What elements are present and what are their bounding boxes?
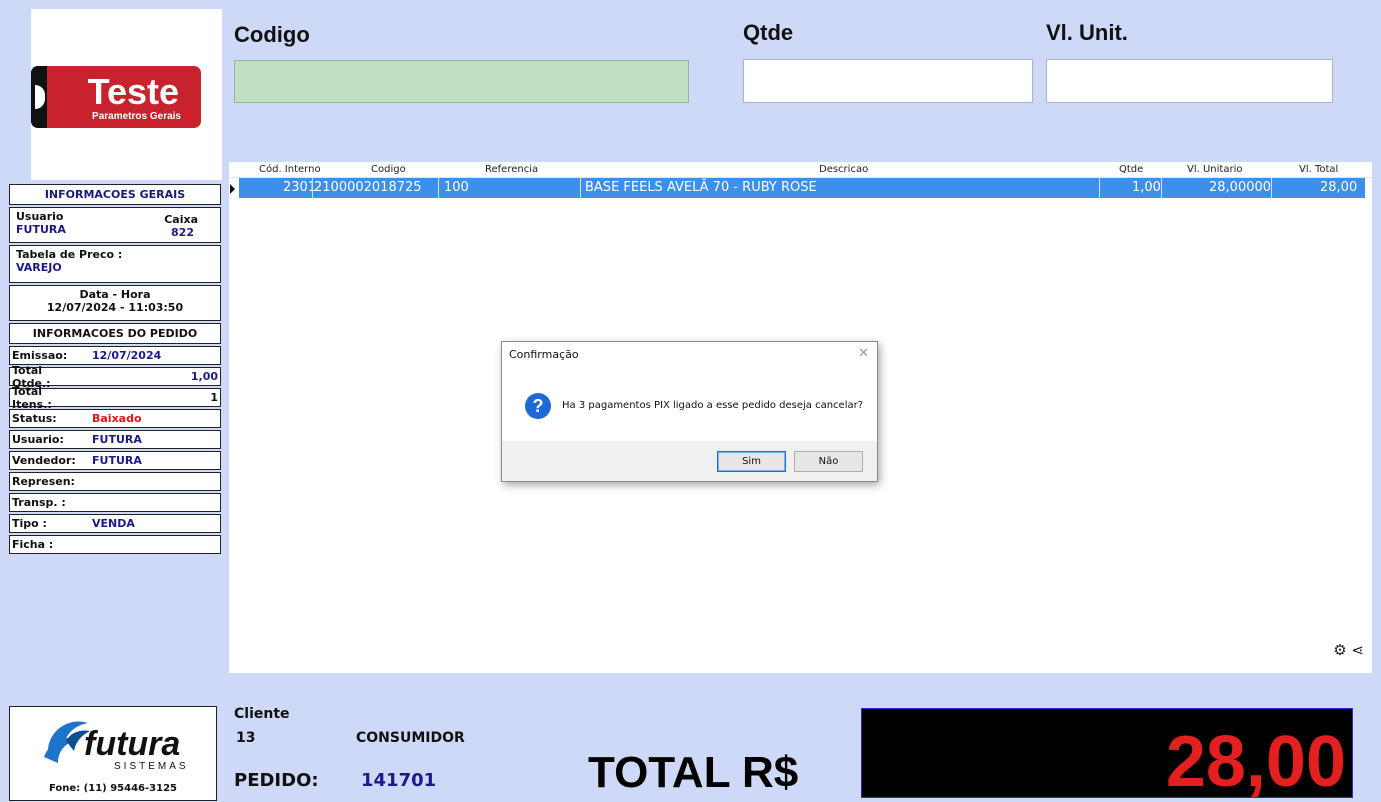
total-label: TOTAL R$ bbox=[588, 748, 799, 797]
question-icon: ? bbox=[525, 393, 551, 419]
transp-row: Transp. : bbox=[9, 493, 221, 512]
grid-header: Cód. Interno Codigo Referencia Descricao… bbox=[229, 162, 1372, 178]
ficha-row: Ficha : bbox=[9, 535, 221, 554]
status-badge: Baixado bbox=[92, 412, 142, 425]
pedido-number: 141701 bbox=[361, 770, 437, 791]
col-qtde[interactable]: Qtde bbox=[1119, 164, 1143, 175]
confirm-dialog: Confirmação ✕ ? Ha 3 pagamentos PIX liga… bbox=[501, 341, 878, 482]
dialog-footer: Sim Não bbox=[502, 441, 877, 481]
close-icon[interactable]: ✕ bbox=[858, 346, 869, 361]
total-display: 28,00 bbox=[861, 708, 1353, 802]
table-row[interactable]: 2301 2100002018725 100 BASE FEELS AVELÃ … bbox=[239, 178, 1365, 198]
gear-icon[interactable]: ⚙ bbox=[1333, 641, 1346, 659]
qtde-input[interactable] bbox=[743, 59, 1033, 103]
codigo-label: Codigo bbox=[234, 22, 310, 47]
col-codigo[interactable]: Codigo bbox=[371, 164, 406, 175]
logo-subtitle: Parametros Gerais bbox=[92, 111, 181, 122]
qtde-label: Qtde bbox=[743, 20, 794, 45]
usuario-caixa-box: Usuario FUTURA Caixa 822 bbox=[9, 207, 221, 243]
yes-button[interactable]: Sim bbox=[717, 451, 786, 472]
cliente-code: 13 bbox=[236, 730, 256, 746]
col-descricao[interactable]: Descricao bbox=[819, 164, 868, 175]
info-pedido-title: INFORMACOES DO PEDIDO bbox=[9, 323, 221, 344]
total-value: 28,00 bbox=[1165, 722, 1346, 802]
share-icon[interactable]: ⋖ bbox=[1351, 641, 1364, 659]
info-gerais-title: INFORMACOES GERAIS bbox=[9, 184, 221, 205]
tipo-row: Tipo : VENDA bbox=[9, 514, 221, 533]
caixa-value: 822 bbox=[171, 226, 194, 239]
represen-row: Represen: bbox=[9, 472, 221, 491]
company-logo: Teste Parametros Gerais bbox=[31, 9, 222, 180]
ticket-logo: Teste Parametros Gerais bbox=[31, 66, 201, 128]
svg-text:futura: futura bbox=[84, 725, 180, 763]
col-referencia[interactable]: Referencia bbox=[485, 164, 538, 175]
col-cod-interno[interactable]: Cód. Interno bbox=[259, 164, 321, 175]
futura-logo-box: futura SISTEMAS Fone: (11) 95446-3125 bbox=[9, 706, 217, 801]
vendedor-row: Vendedor: FUTURA bbox=[9, 451, 221, 470]
dialog-message: Ha 3 pagamentos PIX ligado a esse pedido… bbox=[562, 400, 864, 411]
vl-unit-input[interactable] bbox=[1046, 59, 1333, 103]
pedido-label: PEDIDO: bbox=[234, 770, 319, 791]
no-button[interactable]: Não bbox=[794, 451, 863, 472]
vl-unit-label: Vl. Unit. bbox=[1046, 20, 1128, 45]
phone-text: Fone: (11) 95446-3125 bbox=[49, 783, 177, 794]
tabela-preco-value: VAREJO bbox=[16, 261, 62, 274]
tabela-preco-box: Tabela de Preco : VAREJO bbox=[9, 245, 221, 283]
info-panel: INFORMACOES GERAIS Usuario FUTURA Caixa … bbox=[9, 184, 221, 556]
cliente-name: CONSUMIDOR bbox=[356, 730, 465, 746]
col-vl-total[interactable]: Vl. Total bbox=[1299, 164, 1338, 175]
data-hora-value: 12/07/2024 - 11:03:50 bbox=[46, 301, 184, 314]
emissao-row: Emissao: 12/07/2024 bbox=[9, 346, 221, 365]
futura-logo: futura SISTEMAS bbox=[44, 721, 189, 772]
logo-title: Teste bbox=[87, 71, 179, 112]
total-itens-row: Total Itens.: 1 bbox=[9, 385, 221, 411]
row-indicator-icon bbox=[230, 184, 235, 194]
codigo-input[interactable] bbox=[234, 60, 689, 103]
data-hora-box: Data - Hora 12/07/2024 - 11:03:50 bbox=[9, 285, 221, 321]
grid-tools: ⚙ ⋖ bbox=[1333, 641, 1364, 659]
status-row: Status: Baixado bbox=[9, 409, 221, 428]
total-qtde-row: Total Qtde.: 1,00 bbox=[9, 364, 221, 390]
cliente-label: Cliente bbox=[234, 706, 290, 722]
col-vl-unitario[interactable]: Vl. Unitario bbox=[1187, 164, 1242, 175]
usuario-row: Usuario: FUTURA bbox=[9, 430, 221, 449]
svg-text:SISTEMAS: SISTEMAS bbox=[114, 761, 189, 772]
dialog-title: Confirmação bbox=[509, 348, 579, 361]
